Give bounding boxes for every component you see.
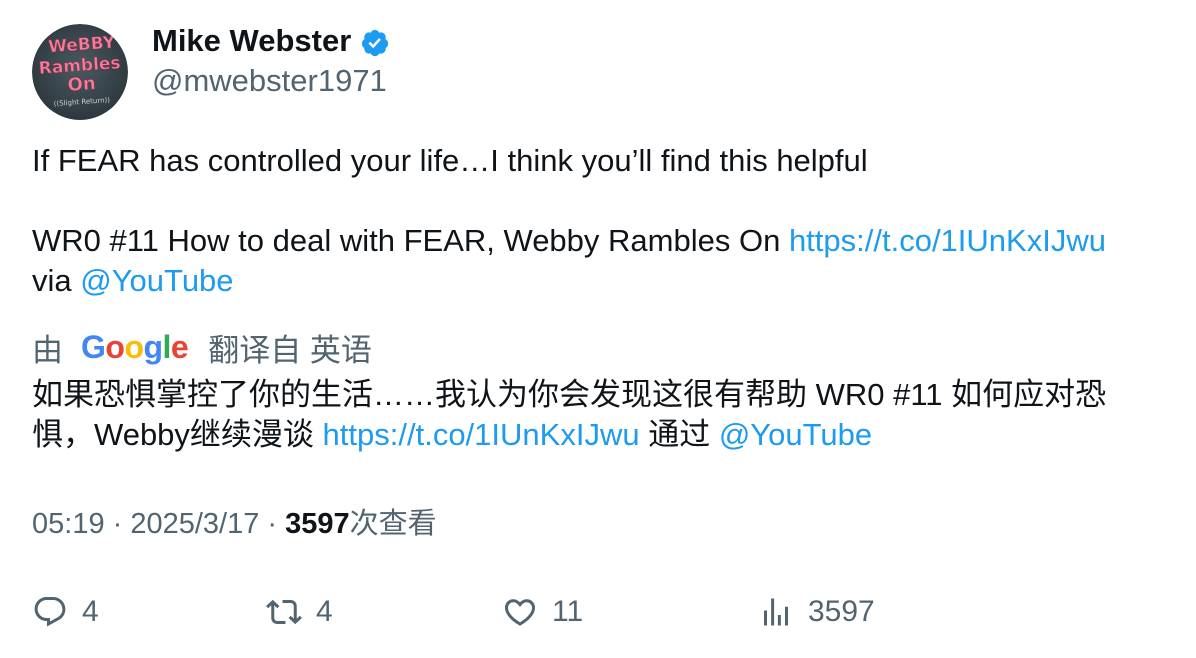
- translated-text: 如果恐惧掌控了你的生活……我认为你会发现这很有帮助 WR0 #11 如何应对恐 …: [32, 375, 1172, 455]
- tweet-time[interactable]: 05:19: [32, 508, 105, 540]
- tweet-line-3: via @YouTube: [32, 261, 1172, 301]
- view-count: 3597: [285, 508, 350, 540]
- translated-line-1: 如果恐惧掌控了你的生活……我认为你会发现这很有帮助 WR0 #11 如何应对恐: [32, 377, 1107, 412]
- tweet-line-1: If FEAR has controlled your life…I think…: [32, 143, 868, 178]
- reply-count: 4: [82, 595, 99, 628]
- translation-prefix: 由: [32, 332, 63, 368]
- like-count: 11: [552, 595, 584, 628]
- translated-middle: 通过: [639, 417, 719, 452]
- avatar-text-3: On: [67, 73, 97, 96]
- google-letter: o: [124, 328, 144, 365]
- tweet-line-2-text: WR0 #11 How to deal with FEAR, Webby Ram…: [32, 223, 789, 258]
- views-count: 3597: [808, 595, 875, 628]
- views-button[interactable]: 3597: [758, 590, 875, 634]
- translation-suffix: 翻译自 英语: [208, 332, 372, 368]
- repost-icon: [266, 599, 302, 625]
- analytics-icon: [764, 598, 788, 626]
- reply-icon: [34, 597, 66, 627]
- translated-link[interactable]: https://t.co/1IUnKxIJwu: [323, 417, 640, 452]
- reply-button[interactable]: 4: [32, 590, 99, 634]
- tweet-mention[interactable]: @YouTube: [80, 263, 233, 298]
- view-count-label: 次查看: [349, 508, 437, 540]
- heart-icon: [504, 599, 536, 626]
- tweet-link[interactable]: https://t.co/1IUnKxIJwu: [789, 223, 1106, 258]
- translation-attribution: 由 Google 翻译自 英语: [32, 327, 372, 368]
- avatar[interactable]: WeBBY Rambles On ((Slight Return)): [32, 24, 128, 120]
- action-bar: 4 4 11 3597: [32, 590, 1172, 634]
- author-name[interactable]: Mike Webster: [152, 22, 390, 60]
- verified-badge-icon: [362, 29, 389, 56]
- like-button[interactable]: 11: [502, 590, 583, 634]
- tweet-text: If FEAR has controlled your life…I think…: [32, 141, 1172, 301]
- author-handle[interactable]: @mwebster1971: [152, 62, 387, 100]
- tweet-line-2: WR0 #11 How to deal with FEAR, Webby Ram…: [32, 221, 1172, 261]
- google-logo: Google: [81, 328, 189, 366]
- translated-line-2-text: 惧，Webby继续漫谈: [32, 417, 323, 452]
- google-letter: o: [105, 328, 125, 365]
- translated-line-2: 惧，Webby继续漫谈 https://t.co/1IUnKxIJwu 通过 @…: [32, 415, 1172, 455]
- repost-button[interactable]: 4: [266, 590, 333, 634]
- tweet-meta: 05:19 · 2025/3/17 · 3597次查看: [32, 504, 437, 544]
- author-name-text[interactable]: Mike Webster: [152, 22, 351, 60]
- google-letter: l: [162, 328, 172, 365]
- tweet-date[interactable]: 2025/3/17: [130, 508, 259, 540]
- google-letter: g: [143, 328, 163, 365]
- google-letter: G: [81, 328, 106, 365]
- meta-separator: ·: [259, 508, 286, 540]
- translated-mention[interactable]: @YouTube: [719, 417, 872, 452]
- tweet-line-3-text: via: [32, 263, 81, 298]
- repost-count: 4: [316, 595, 333, 628]
- meta-separator: ·: [104, 508, 131, 540]
- google-letter: e: [170, 328, 189, 365]
